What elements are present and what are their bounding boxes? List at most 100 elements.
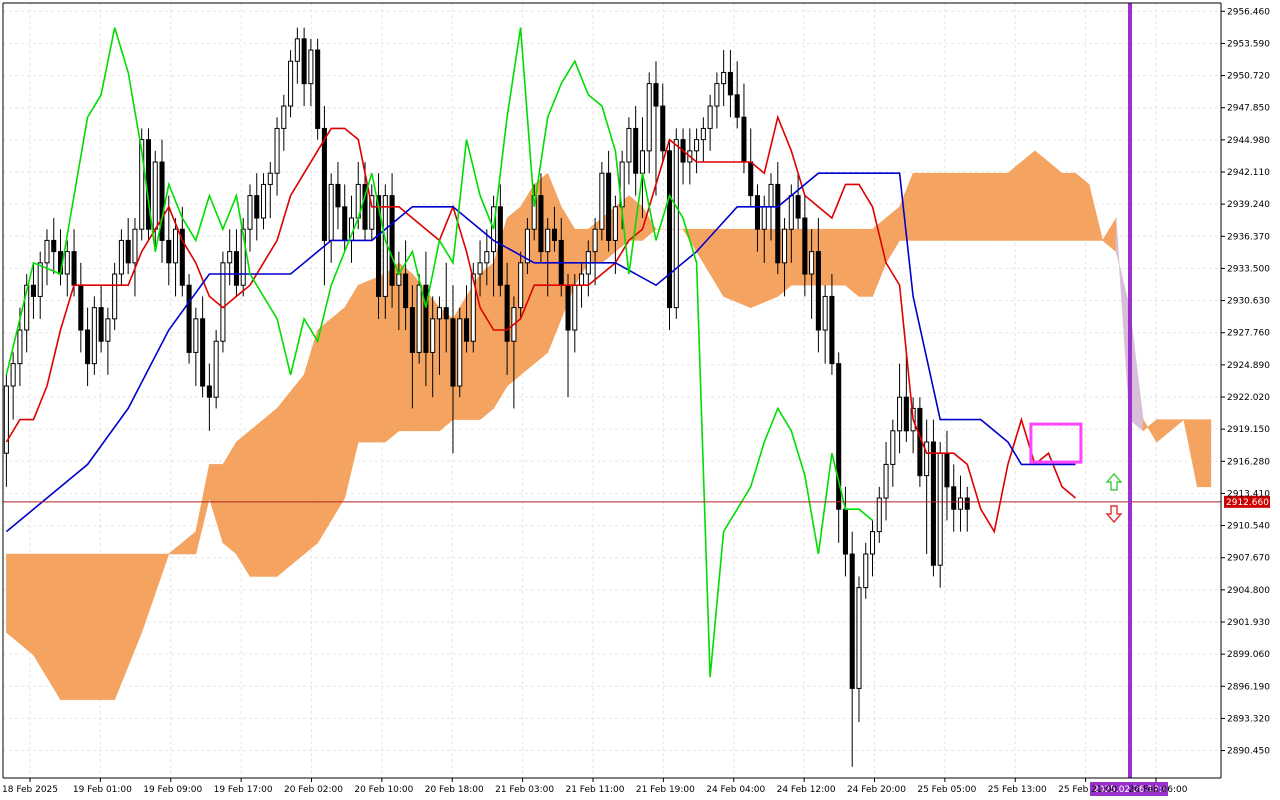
- candle[interactable]: [206, 363, 212, 431]
- y-tick-label: 2956.460: [1227, 7, 1270, 17]
- candle[interactable]: [863, 542, 869, 599]
- candle[interactable]: [849, 531, 855, 767]
- candle[interactable]: [890, 419, 896, 487]
- candle[interactable]: [274, 117, 280, 196]
- candle[interactable]: [741, 83, 747, 174]
- candle[interactable]: [660, 83, 666, 163]
- candle-body: [572, 284, 578, 331]
- candle[interactable]: [694, 128, 700, 174]
- cloud-segment: [87, 553, 115, 700]
- candle[interactable]: [44, 229, 50, 286]
- candle[interactable]: [626, 117, 632, 185]
- candle[interactable]: [951, 464, 957, 532]
- candle[interactable]: [233, 229, 239, 297]
- candle[interactable]: [606, 150, 612, 252]
- candle[interactable]: [186, 274, 192, 364]
- candle[interactable]: [227, 229, 233, 286]
- candle[interactable]: [308, 38, 314, 107]
- candle[interactable]: [883, 442, 889, 521]
- candle[interactable]: [57, 229, 64, 286]
- candle[interactable]: [653, 61, 659, 196]
- candle[interactable]: [220, 251, 226, 353]
- candle[interactable]: [944, 430, 950, 521]
- x-tick-label: 25 Feb 13:00: [988, 785, 1047, 795]
- candle[interactable]: [78, 262, 84, 353]
- y-tick-label: 2896.190: [1227, 682, 1270, 692]
- candle[interactable]: [727, 50, 733, 118]
- y-tick-label: 2901.930: [1227, 618, 1270, 628]
- candle-body: [721, 71, 727, 85]
- candle[interactable]: [281, 94, 287, 151]
- candle[interactable]: [700, 117, 706, 163]
- candle[interactable]: [565, 274, 571, 398]
- candle[interactable]: [450, 285, 456, 454]
- candle[interactable]: [673, 128, 679, 319]
- candle[interactable]: [145, 128, 152, 241]
- candle[interactable]: [213, 330, 219, 409]
- candle[interactable]: [795, 173, 801, 230]
- candle[interactable]: [267, 162, 273, 219]
- candle[interactable]: [254, 173, 260, 241]
- candle[interactable]: [10, 352, 16, 420]
- x-tick-label: 24 Feb 20:00: [847, 785, 906, 795]
- candle[interactable]: [112, 262, 118, 331]
- candle[interactable]: [497, 184, 503, 297]
- candle[interactable]: [37, 251, 43, 319]
- candle-body: [903, 396, 909, 432]
- candle[interactable]: [98, 285, 104, 353]
- candle[interactable]: [714, 72, 720, 129]
- candle[interactable]: [200, 296, 206, 398]
- candle[interactable]: [876, 486, 882, 543]
- candle[interactable]: [51, 218, 57, 275]
- candle[interactable]: [91, 296, 97, 375]
- candle[interactable]: [646, 72, 652, 174]
- candle[interactable]: [856, 576, 862, 723]
- candle[interactable]: [64, 240, 70, 297]
- candle[interactable]: [836, 352, 842, 543]
- candle[interactable]: [937, 442, 943, 588]
- cloud-segment: [1048, 161, 1063, 241]
- candle[interactable]: [957, 475, 964, 532]
- candle[interactable]: [897, 363, 903, 454]
- candle[interactable]: [369, 184, 375, 241]
- candle[interactable]: [775, 162, 781, 275]
- candle[interactable]: [173, 218, 179, 297]
- candle[interactable]: [680, 128, 686, 185]
- candle[interactable]: [666, 139, 673, 331]
- candle[interactable]: [639, 117, 645, 219]
- candle[interactable]: [822, 285, 828, 364]
- candle[interactable]: [633, 106, 639, 196]
- candle[interactable]: [125, 218, 131, 275]
- candle[interactable]: [260, 173, 267, 230]
- candle[interactable]: [599, 162, 605, 241]
- candle-body: [227, 251, 233, 264]
- ichimoku-chart[interactable]: 2912.6602025.02.26 19:00 2956.460 2953.59…: [0, 0, 1280, 800]
- candle[interactable]: [321, 106, 327, 286]
- candle[interactable]: [159, 139, 165, 263]
- candle[interactable]: [924, 419, 930, 555]
- candle[interactable]: [930, 419, 936, 577]
- candle[interactable]: [734, 61, 740, 129]
- candle[interactable]: [707, 94, 713, 151]
- candle[interactable]: [247, 184, 253, 252]
- candle[interactable]: [457, 307, 463, 398]
- candle-body: [924, 441, 930, 477]
- candle[interactable]: [328, 173, 334, 263]
- candle[interactable]: [3, 374, 9, 487]
- candle[interactable]: [342, 184, 348, 252]
- candle[interactable]: [85, 307, 91, 387]
- candle[interactable]: [193, 307, 199, 387]
- candle-body: [768, 183, 774, 208]
- candle[interactable]: [315, 38, 321, 140]
- candle-body: [152, 161, 158, 230]
- candle[interactable]: [301, 27, 307, 107]
- candle[interactable]: [288, 50, 294, 118]
- cloud-segment: [980, 172, 995, 241]
- candle[interactable]: [132, 218, 138, 297]
- candle[interactable]: [869, 520, 876, 577]
- candle-body: [200, 318, 206, 387]
- candle[interactable]: [118, 229, 124, 286]
- candle-body: [118, 239, 124, 275]
- candle[interactable]: [721, 50, 727, 107]
- candle[interactable]: [829, 274, 835, 375]
